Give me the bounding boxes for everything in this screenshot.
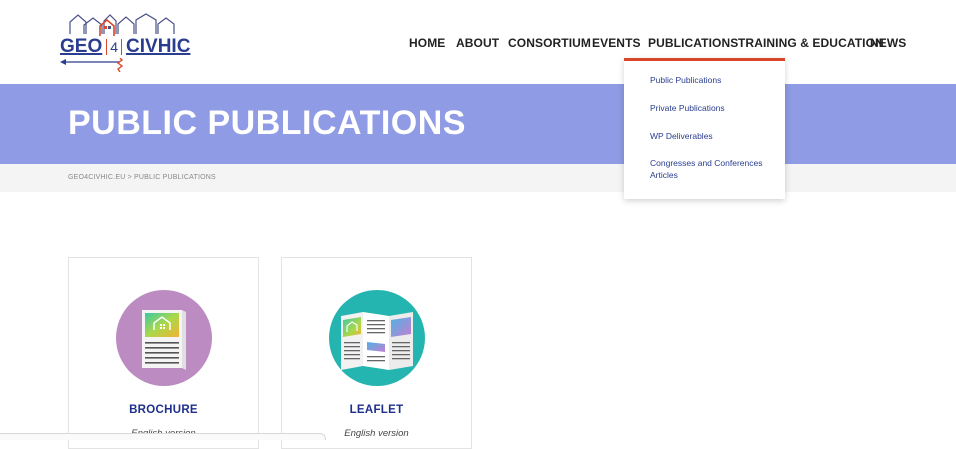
logo-drill-icon [60,58,124,72]
page-hero: PUBLIC PUBLICATIONS [0,84,956,164]
breadcrumb-bar: GEO4CIVHIC.EU > PUBLIC PUBLICATIONS [0,164,956,192]
nav-training-education[interactable]: TRAINING & EDUCATION [738,36,884,50]
card-title: BROCHURE [129,404,198,416]
publication-card-leaflet[interactable]: LEAFLET English version [281,257,472,449]
site-header: GEO 4 CIVHIC HOME ABOUT CONSORTIUM EVENT… [0,0,956,84]
page-title: PUBLIC PUBLICATIONS [68,104,466,142]
nav-events[interactable]: EVENTS [592,36,641,50]
dropdown-item-public-publications[interactable]: Public Publications [650,74,774,86]
dropdown-item-congresses-articles[interactable]: Congresses and Conferences Articles [650,157,774,181]
nav-about[interactable]: ABOUT [456,36,499,50]
main-nav: HOME ABOUT CONSORTIUM EVENTS PUBLICATION… [0,36,956,52]
card-title: LEAFLET [349,404,404,416]
nav-consortium[interactable]: CONSORTIUM [508,36,591,50]
publication-card-brochure[interactable]: BROCHURE English version [68,257,259,449]
brochure-icon [116,290,212,386]
nav-news[interactable]: NEWS [870,36,906,50]
publications-dropdown: Public Publications Private Publications… [624,58,785,199]
leaflet-icon [329,290,425,386]
dropdown-item-wp-deliverables[interactable]: WP Deliverables [650,130,774,142]
breadcrumb: GEO4CIVHIC.EU > PUBLIC PUBLICATIONS [68,174,216,181]
dropdown-item-private-publications[interactable]: Private Publications [650,102,774,114]
nav-home[interactable]: HOME [409,36,445,50]
nav-publications[interactable]: PUBLICATIONS [648,36,738,50]
